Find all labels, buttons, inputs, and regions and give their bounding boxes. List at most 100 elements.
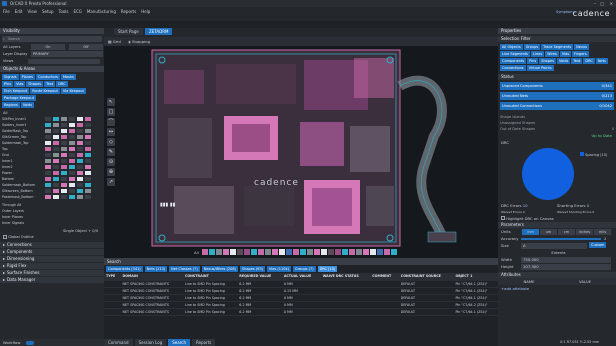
layer-visibility-swatch[interactable]: [77, 171, 83, 175]
layer-visibility-swatch[interactable]: [77, 129, 83, 133]
filter-lines[interactable]: Lines: [530, 51, 545, 57]
column-header-constraint-source[interactable]: CONSTRAINT SOURCE: [398, 273, 454, 281]
filter-nets[interactable]: Nets: [595, 58, 608, 64]
canvas[interactable]: ↖ □ ⌒ ↔ ◇ ✎ ⊙ ⊕ ↗ ▮▮▮ ▮▮ cadence All: [104, 46, 498, 258]
layer-visibility-swatch[interactable]: [69, 177, 75, 181]
snapping-button[interactable]: ◈ Snapping: [128, 38, 150, 45]
layer-visibility-swatch[interactable]: [69, 183, 75, 187]
filter-groups[interactable]: Groups: [523, 44, 541, 50]
menu-ecg[interactable]: ECG: [73, 9, 81, 15]
layer-visibility-swatch[interactable]: [85, 159, 91, 163]
unit-inches[interactable]: inches: [576, 228, 593, 235]
layer-visibility-swatch[interactable]: [69, 195, 75, 199]
layer-visibility-swatch[interactable]: [85, 165, 91, 169]
toggle-masks[interactable]: Masks: [60, 74, 76, 80]
layer-color-swatch[interactable]: [334, 249, 341, 255]
layer-visibility-swatch[interactable]: [85, 141, 91, 145]
layer-visibility-swatch[interactable]: [85, 135, 91, 139]
layer-visibility-swatch[interactable]: [53, 129, 59, 133]
layer-visibility-swatch[interactable]: [53, 123, 59, 127]
symphony-button[interactable]: Symphony: [556, 9, 575, 15]
layer-visibility-swatch[interactable]: [61, 117, 67, 121]
off-button[interactable]: Off: [69, 44, 103, 50]
layer-visibility-swatch[interactable]: [61, 147, 67, 151]
layer-color-swatch[interactable]: [229, 249, 236, 255]
layer-visibility-swatch[interactable]: [85, 147, 91, 151]
search-filter-groups-7[interactable]: Groups (7): [293, 266, 316, 272]
layer-bar-all[interactable]: All: [194, 250, 199, 255]
layer-visibility-swatch[interactable]: [69, 159, 75, 163]
layer-visibility-swatch[interactable]: [61, 159, 67, 163]
layer-visibility-swatch[interactable]: [61, 135, 67, 139]
layer-visibility-swatch[interactable]: [69, 141, 75, 145]
layer-visibility-swatch[interactable]: [61, 141, 67, 145]
layer-visibility-swatch[interactable]: [45, 165, 51, 169]
table-row[interactable]: NET SPACING CONSTRAINTS Line to SMD Pin S…: [104, 301, 498, 309]
layer-visibility-swatch[interactable]: [61, 165, 67, 169]
layer-color-swatch[interactable]: [320, 249, 327, 255]
filter-all-objects[interactable]: All Objects: [500, 44, 523, 50]
grid-button[interactable]: ▦ Grid: [108, 38, 121, 45]
status-item-unrouted-nets[interactable]: Unrouted Nets 0/213: [500, 92, 614, 100]
toggle-package-keepout[interactable]: Package Keepout: [2, 95, 37, 101]
add-attribute-link[interactable]: +add attribute: [501, 286, 529, 291]
layer-visibility-swatch[interactable]: [85, 183, 91, 187]
filter-fingers[interactable]: Fingers: [572, 51, 589, 57]
layer-visibility-swatch[interactable]: [85, 117, 91, 121]
menu-view[interactable]: View: [27, 9, 37, 15]
layer-visibility-swatch[interactable]: [69, 147, 75, 151]
layer-visibility-swatch[interactable]: [61, 189, 67, 193]
layer-visibility-swatch[interactable]: [53, 159, 59, 163]
menu-setup[interactable]: Setup: [42, 9, 54, 15]
table-row[interactable]: NET SPACING CONSTRAINTS Line to SMD Pin S…: [104, 280, 498, 288]
bottom-tab-session-log[interactable]: Session Log: [134, 339, 167, 346]
layer-visibility-swatch[interactable]: [69, 129, 75, 133]
layer-visibility-swatch[interactable]: [61, 177, 67, 181]
toggle-planes[interactable]: Planes: [19, 74, 36, 80]
column-header-waive-drc-status[interactable]: WAIVE DRC STATUS: [320, 273, 371, 281]
toggle-via-keepout[interactable]: Via Keepout: [60, 88, 86, 94]
filter-nexus[interactable]: Nexus: [574, 44, 589, 50]
filter-vias[interactable]: Vias: [559, 51, 572, 57]
search-filter-shapes-93[interactable]: Shapes (93): [239, 266, 266, 272]
menu-help[interactable]: Help: [141, 9, 150, 15]
toggle-text[interactable]: Text: [44, 81, 56, 87]
filter-voids[interactable]: Voids: [557, 58, 571, 64]
layer-visibility-swatch[interactable]: [61, 195, 67, 199]
width-field[interactable]: 750.000: [521, 256, 611, 263]
status-item-unplaced-components[interactable]: Unplaced Components 0/341: [500, 82, 614, 90]
unit-um[interactable]: um: [540, 228, 557, 235]
filter-connections[interactable]: Connections: [500, 65, 526, 71]
layer-visibility-swatch[interactable]: [85, 153, 91, 157]
layer-color-swatch[interactable]: [313, 249, 320, 255]
layer-visibility-swatch[interactable]: [45, 159, 51, 163]
section-data-manager[interactable]: ▸ Data Manager: [0, 277, 104, 283]
toggle-shapes[interactable]: Shapes: [26, 81, 44, 87]
toggle-vias[interactable]: Vias: [14, 81, 26, 87]
layer-visibility-swatch[interactable]: [45, 153, 51, 157]
column-header-type[interactable]: TYPE: [104, 273, 121, 281]
highlight-drc-checkbox[interactable]: [501, 216, 505, 220]
layer-color-swatch[interactable]: [271, 249, 278, 255]
search-filter-nexus-wires-208[interactable]: Nexus/Wires (208): [201, 266, 238, 272]
layer-visibility-swatch[interactable]: [61, 153, 67, 157]
filter-shapes[interactable]: Shapes: [539, 58, 557, 64]
layer-color-swatch[interactable]: [292, 249, 299, 255]
layer-visibility-swatch[interactable]: [77, 147, 83, 151]
layer-visibility-swatch[interactable]: [53, 165, 59, 169]
filter-wires[interactable]: Wires: [545, 51, 559, 57]
layer-color-swatch[interactable]: [243, 249, 250, 255]
table-row[interactable]: NET SPACING CONSTRAINTS Line to SMD Pin S…: [104, 294, 498, 302]
unit-cm[interactable]: cm: [558, 228, 575, 235]
layer-color-swatch[interactable]: [236, 249, 243, 255]
menu-edit[interactable]: Edit: [15, 9, 23, 15]
layer-visibility-swatch[interactable]: [77, 123, 83, 127]
layer-display-select[interactable]: PRIMARY: [31, 51, 103, 57]
layer-visibility-swatch[interactable]: [77, 189, 83, 193]
layer-visibility-swatch[interactable]: [69, 189, 75, 193]
layer-visibility-swatch[interactable]: [53, 147, 59, 151]
layer-visibility-swatch[interactable]: [53, 183, 59, 187]
layer-color-swatch[interactable]: [222, 249, 229, 255]
layer-color-swatch[interactable]: [362, 249, 369, 255]
layer-color-swatch[interactable]: [201, 249, 208, 255]
